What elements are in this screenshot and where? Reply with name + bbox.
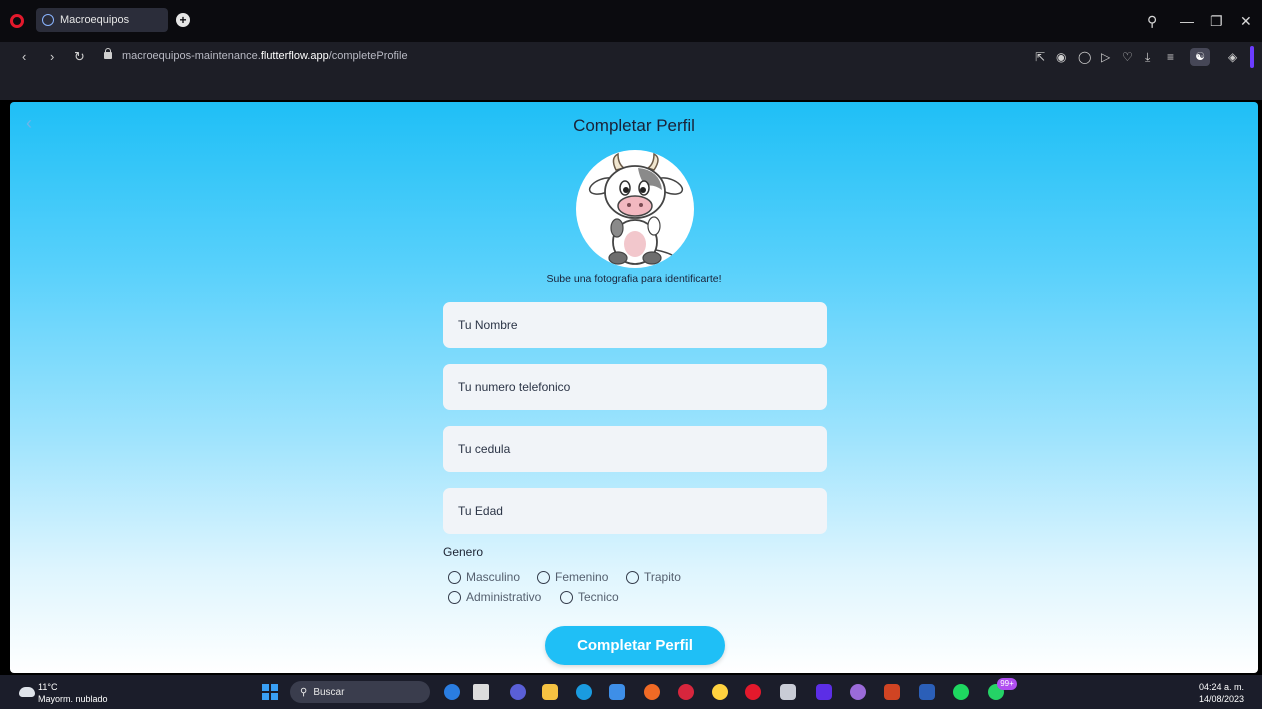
radio-femenino[interactable]: Femenino	[537, 570, 608, 584]
powerpoint-icon[interactable]	[884, 684, 900, 700]
vpn-shield-icon[interactable]: ◯	[1078, 50, 1091, 64]
heart-icon[interactable]: ♡	[1122, 50, 1133, 64]
gender-label: Genero	[443, 545, 484, 559]
clock-time[interactable]: 04:24 a. m.	[1199, 682, 1244, 692]
search-tabs-icon[interactable]: ⚲	[1147, 14, 1157, 28]
color-app-icon[interactable]	[850, 684, 866, 700]
age-field[interactable]: Tu Edad	[443, 488, 827, 534]
radio-administrativo[interactable]: Administrativo	[448, 590, 541, 604]
windows-start-icon[interactable]	[262, 684, 278, 700]
tab-favicon-icon	[42, 14, 54, 26]
radio-circle-icon	[448, 570, 461, 584]
radio-circle-icon	[448, 590, 461, 604]
opera-taskbar-icon[interactable]	[745, 684, 761, 700]
radio-circle-icon	[626, 570, 639, 584]
search-icon: ⚲	[300, 686, 308, 698]
word-icon[interactable]	[919, 684, 935, 700]
radio-masculino[interactable]: Masculino	[448, 570, 520, 584]
url-field[interactable]: macroequipos-maintenance.flutterflow.app…	[122, 50, 408, 62]
lock-icon	[104, 48, 112, 59]
complete-profile-page: ‹ Completar Perfil Sube una fotografia p…	[10, 102, 1258, 673]
easy-setup-icon[interactable]: ≡	[1167, 50, 1174, 64]
store-icon[interactable]	[609, 684, 625, 700]
radio-label: Femenino	[555, 570, 609, 584]
radio-label: Masculino	[466, 570, 521, 584]
player-icon[interactable]: ▷	[1101, 50, 1110, 64]
profile-icon[interactable]: ☯	[1190, 48, 1210, 66]
power-app-icon[interactable]	[712, 684, 728, 700]
radio-label: Administrativo	[466, 590, 542, 604]
unity-icon[interactable]	[780, 684, 796, 700]
extensions-cube-icon[interactable]: ◈	[1228, 50, 1237, 64]
radio-label: Tecnico	[578, 590, 619, 604]
spotify-icon[interactable]	[953, 684, 969, 700]
sidebar-accent-bar	[1250, 46, 1254, 68]
firefox-icon[interactable]	[644, 684, 660, 700]
camera-icon[interactable]: ◉	[1056, 50, 1066, 64]
radio-tecnico[interactable]: Tecnico	[560, 590, 619, 604]
page-title: Completar Perfil	[573, 116, 695, 135]
id-number-field[interactable]: Tu cedula	[443, 426, 827, 472]
radio-circle-icon	[537, 570, 550, 584]
bing-icon[interactable]	[444, 684, 460, 700]
radio-circle-icon	[560, 590, 573, 604]
browser-tab-bar: Macroequipos + ⚲ ― ❐ ✕	[0, 0, 1262, 42]
opera-logo-icon[interactable]	[10, 14, 24, 28]
windows-taskbar: 11°C Mayorm. nublado ⚲ Buscar 99+ 04:24 …	[0, 675, 1262, 709]
download-icon[interactable]: ⤓	[1145, 50, 1150, 64]
phone-field[interactable]: Tu numero telefonico	[443, 364, 827, 410]
browser-address-bar: ‹ › ↻ macroequipos-maintenance.flutterfl…	[0, 42, 1262, 72]
minimize-icon[interactable]: ―	[1180, 14, 1194, 28]
reload-icon[interactable]: ↻	[74, 50, 85, 63]
weather-cloud-icon[interactable]	[19, 687, 35, 697]
weather-temperature[interactable]: 11°C	[38, 682, 57, 692]
radio-label: Trapito	[644, 570, 681, 584]
purple-app-icon[interactable]	[816, 684, 832, 700]
avatar-caption: Sube una fotografia para identificarte!	[546, 273, 722, 285]
task-view-icon[interactable]	[473, 684, 489, 700]
close-icon[interactable]: ✕	[1240, 14, 1252, 28]
search-label: Buscar	[313, 686, 345, 698]
notification-badge: 99+	[997, 678, 1017, 690]
tab-title: Macroequipos	[60, 14, 130, 26]
radio-trapito[interactable]: Trapito	[626, 570, 681, 584]
cow-avatar-icon	[588, 152, 684, 265]
new-tab-icon[interactable]: +	[176, 13, 190, 27]
avatar-upload[interactable]	[576, 150, 694, 268]
weather-description[interactable]: Mayorm. nublado	[38, 694, 108, 704]
red-app-icon[interactable]	[678, 684, 694, 700]
edge-icon[interactable]	[576, 684, 592, 700]
back-nav-icon[interactable]: ‹	[22, 50, 26, 63]
bookmark-bar	[0, 72, 1262, 100]
taskbar-search[interactable]: ⚲ Buscar	[290, 681, 430, 703]
teams-chat-icon[interactable]	[510, 684, 526, 700]
complete-profile-button[interactable]: Completar Perfil	[545, 626, 725, 665]
restore-icon[interactable]: ❐	[1210, 14, 1223, 28]
forward-nav-icon[interactable]: ›	[50, 50, 54, 63]
share-icon[interactable]: ⇱	[1035, 50, 1045, 64]
name-field[interactable]: Tu Nombre	[443, 302, 827, 348]
file-explorer-icon[interactable]	[542, 684, 558, 700]
browser-tab[interactable]: Macroequipos	[36, 8, 168, 32]
clock-date[interactable]: 14/08/2023	[1199, 694, 1244, 704]
